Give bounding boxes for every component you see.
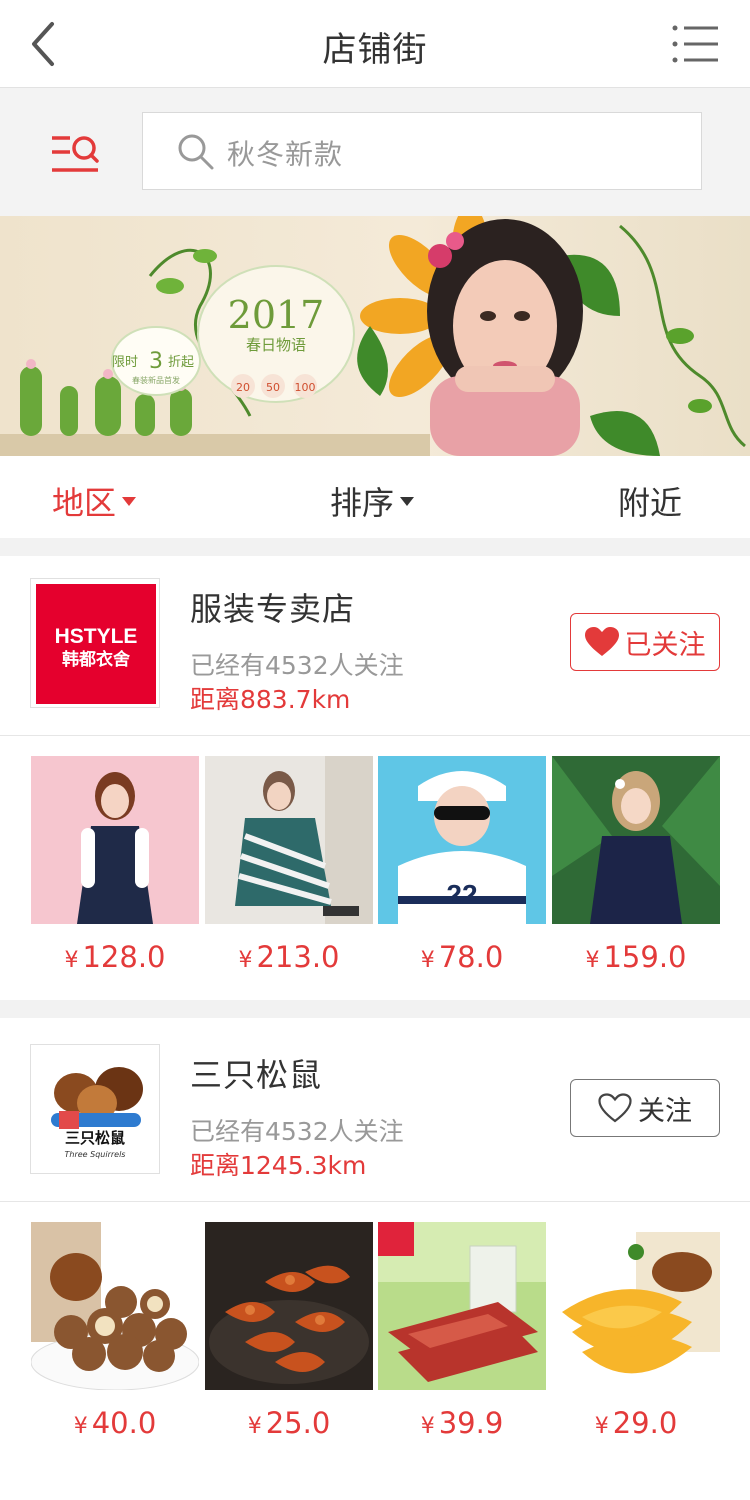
logo-text-hstyle: HSTYLE <box>55 625 138 648</box>
tab-region[interactable]: 地区 <box>52 478 137 524</box>
coupon-20: 20 <box>236 381 250 394</box>
product-price: ¥128.0 <box>31 940 199 974</box>
store-card: HSTYLE 韩都衣舍 服装专卖店 已经有4532人关注 距离883.7km 已… <box>0 556 750 998</box>
promo-suffix: 折起 <box>168 355 194 370</box>
heart-outline-icon <box>598 1093 632 1123</box>
promo-banner[interactable]: 2017 春日物语 20 50 100 限时 3 折起 春装新品首发 <box>0 216 750 456</box>
currency-symbol: ¥ <box>247 1414 262 1439</box>
coupon-100: 100 <box>295 381 316 394</box>
heart-filled-icon <box>584 627 619 656</box>
logo-text-cn: 韩都衣舍 <box>62 649 130 670</box>
follow-label: 关注 <box>638 1095 692 1127</box>
product-image <box>378 1222 546 1390</box>
filter-search-icon[interactable] <box>48 132 102 176</box>
product-price: ¥39.9 <box>378 1406 546 1440</box>
price-value: 25.0 <box>265 1406 331 1440</box>
currency-symbol: ¥ <box>420 1414 435 1439</box>
product-image <box>205 756 373 924</box>
search-input[interactable]: 秋冬新款 <box>142 112 702 190</box>
currency-symbol: ¥ <box>238 948 253 973</box>
store-distance: 距离883.7km <box>190 685 351 714</box>
promo-number: 3 <box>149 349 163 374</box>
price-value: 78.0 <box>438 940 504 974</box>
product-item[interactable]: ¥39.9 <box>378 1222 546 1440</box>
product-row: ¥128.0 ¥213.0 22 ¥78.0 ¥159.0 <box>0 736 750 998</box>
logo-text-en: Three Squirrels <box>65 1150 126 1159</box>
store-logo: 三只松鼠 Three Squirrels <box>30 1044 160 1174</box>
product-item[interactable]: ¥128.0 <box>31 756 199 974</box>
tab-nearby[interactable]: 附近 <box>618 478 682 524</box>
store-name: 服装专卖店 <box>190 590 356 628</box>
section-divider <box>0 538 750 556</box>
product-item[interactable]: ¥29.0 <box>552 1222 720 1440</box>
store-header[interactable]: HSTYLE 韩都衣舍 服装专卖店 已经有4532人关注 距离883.7km 已… <box>0 556 750 736</box>
banner-year: 2017 <box>228 293 325 337</box>
section-divider <box>0 1000 750 1018</box>
tab-region-label: 地区 <box>52 484 117 522</box>
list-menu-icon[interactable] <box>672 22 720 66</box>
product-image <box>31 1222 199 1390</box>
product-price: ¥78.0 <box>378 940 546 974</box>
product-item[interactable]: ¥213.0 <box>205 756 373 974</box>
dropdown-arrow-icon <box>122 496 137 506</box>
store-followers: 已经有4532人关注 <box>190 651 404 680</box>
price-value: 128.0 <box>82 940 166 974</box>
promo-sub: 春装新品首发 <box>132 375 180 385</box>
search-placeholder: 秋冬新款 <box>227 138 344 171</box>
product-row: ¥40.0 ¥25.0 ¥39.9 ¥29.0 <box>0 1202 750 1464</box>
banner-tagline: 春日物语 <box>246 336 306 354</box>
tab-sort[interactable]: 排序 <box>330 478 415 524</box>
product-image <box>552 756 720 924</box>
product-price: ¥213.0 <box>205 940 373 974</box>
product-price: ¥159.0 <box>552 940 720 974</box>
currency-symbol: ¥ <box>420 948 435 973</box>
magnifier-icon <box>177 133 215 171</box>
currency-symbol: ¥ <box>594 1414 609 1439</box>
product-price: ¥29.0 <box>552 1406 720 1440</box>
product-price: ¥25.0 <box>205 1406 373 1440</box>
currency-symbol: ¥ <box>73 1414 88 1439</box>
top-nav-bar: 店铺街 <box>0 0 750 88</box>
product-image <box>31 756 199 924</box>
product-image: 22 <box>378 756 546 924</box>
svg-text:22: 22 <box>446 879 477 910</box>
store-logo: HSTYLE 韩都衣舍 <box>30 578 160 708</box>
product-item[interactable]: 22 ¥78.0 <box>378 756 546 974</box>
price-value: 159.0 <box>603 940 687 974</box>
store-name: 三只松鼠 <box>190 1056 323 1094</box>
logo-text-cn: 三只松鼠 <box>65 1129 125 1147</box>
filter-tabs: 地区 排序 附近 <box>0 456 750 538</box>
dropdown-arrow-icon <box>400 496 415 506</box>
store-card: 三只松鼠 Three Squirrels 三只松鼠 已经有4532人关注 距离1… <box>0 1022 750 1464</box>
tab-sort-label: 排序 <box>330 484 395 522</box>
store-header[interactable]: 三只松鼠 Three Squirrels 三只松鼠 已经有4532人关注 距离1… <box>0 1022 750 1202</box>
price-value: 29.0 <box>612 1406 678 1440</box>
currency-symbol: ¥ <box>585 948 600 973</box>
currency-symbol: ¥ <box>64 948 79 973</box>
follow-button[interactable]: 关注 <box>570 1079 720 1137</box>
price-value: 213.0 <box>256 940 340 974</box>
product-image <box>552 1222 720 1390</box>
product-price: ¥40.0 <box>31 1406 199 1440</box>
product-item[interactable]: ¥25.0 <box>205 1222 373 1440</box>
tab-nearby-label: 附近 <box>618 484 683 522</box>
store-followers: 已经有4532人关注 <box>190 1117 404 1146</box>
page-title: 店铺街 <box>322 30 428 70</box>
product-item[interactable]: ¥159.0 <box>552 756 720 974</box>
product-image <box>205 1222 373 1390</box>
follow-label: 已关注 <box>624 629 706 661</box>
followed-button[interactable]: 已关注 <box>570 613 720 671</box>
store-distance: 距离1245.3km <box>190 1151 367 1180</box>
coupon-50: 50 <box>266 381 280 394</box>
promo-prefix: 限时 <box>112 355 138 370</box>
product-item[interactable]: ¥40.0 <box>31 1222 199 1440</box>
price-value: 40.0 <box>91 1406 157 1440</box>
price-value: 39.9 <box>438 1406 504 1440</box>
